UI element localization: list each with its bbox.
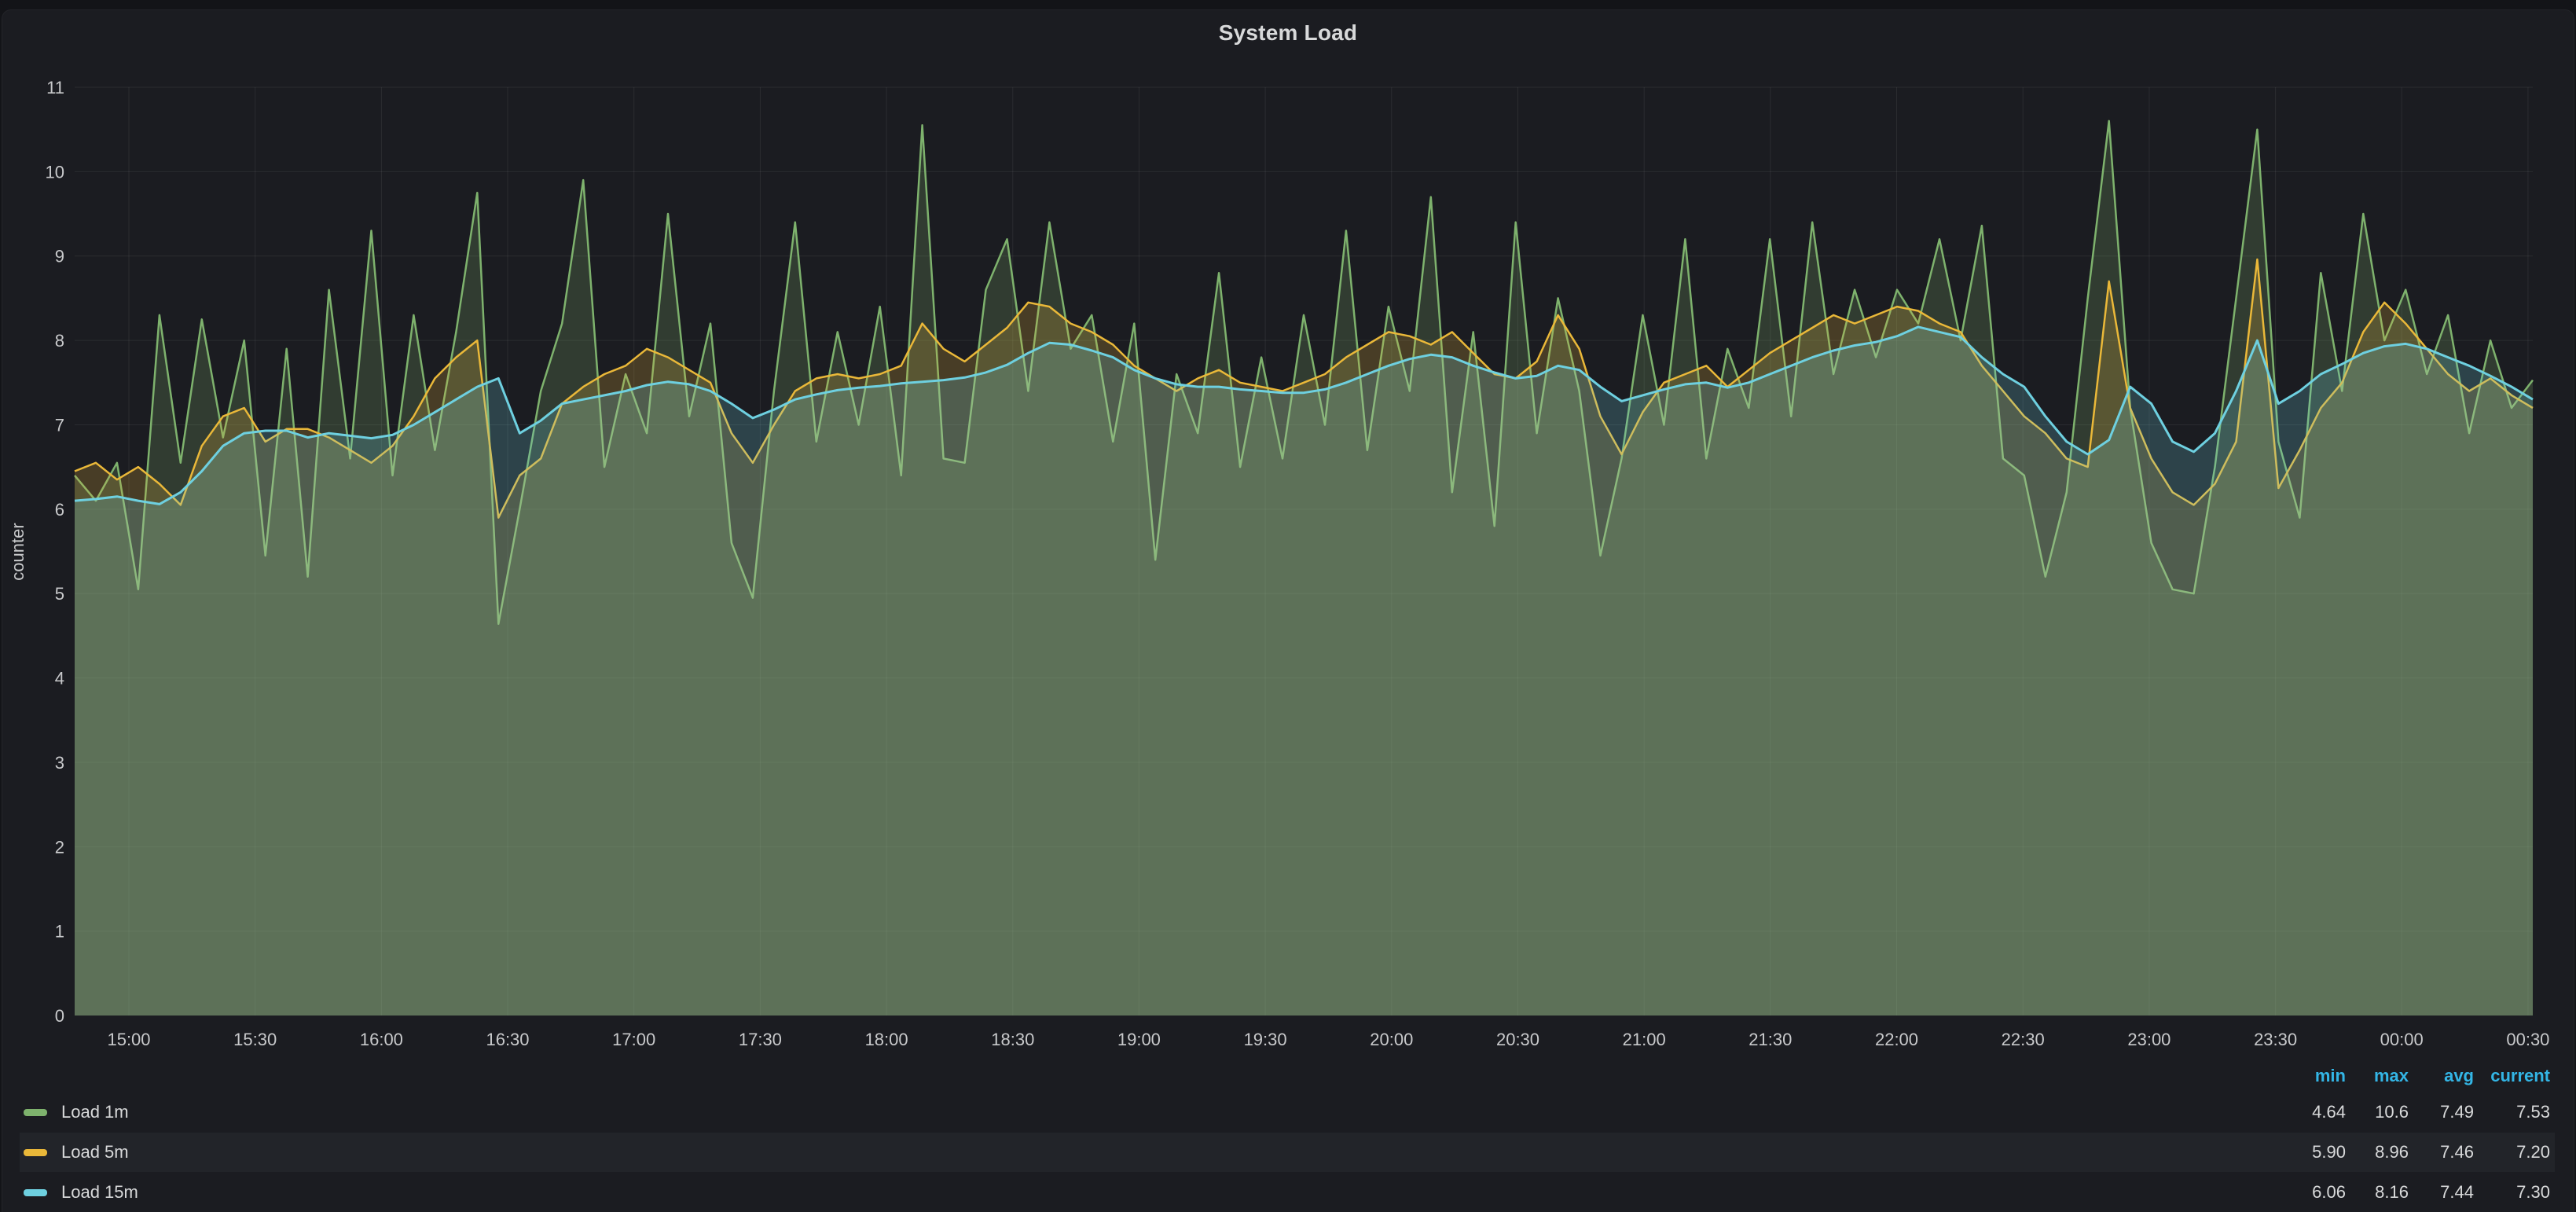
y-tick-label: 1 — [55, 922, 64, 942]
legend-series-name[interactable]: Load 15m — [61, 1173, 138, 1212]
legend-header-max[interactable]: max — [2374, 1065, 2409, 1087]
legend-series-swatch-icon[interactable] — [24, 1109, 47, 1116]
legend-value-current: 7.53 — [2440, 1093, 2550, 1132]
x-tick-label: 00:00 — [2380, 1030, 2424, 1049]
x-tick-label: 22:30 — [2002, 1030, 2045, 1049]
y-tick-label: 4 — [55, 669, 64, 689]
legend-series-name[interactable]: Load 5m — [61, 1133, 129, 1172]
x-tick-label: 23:00 — [2127, 1030, 2171, 1049]
legend-series-swatch-icon[interactable] — [24, 1189, 47, 1196]
x-tick-label: 17:00 — [612, 1030, 655, 1049]
legend-value-current: 7.30 — [2440, 1173, 2550, 1212]
legend-header-row: min max avg current — [20, 1065, 2555, 1087]
grafana-graph-panel: System Load 15:0015:3016:0016:3017:0017:… — [0, 0, 2576, 1212]
legend-header-current[interactable]: current — [2490, 1065, 2550, 1087]
x-tick-label: 20:00 — [1370, 1030, 1413, 1049]
x-tick-label: 17:30 — [739, 1030, 782, 1049]
x-tick-label: 22:00 — [1875, 1030, 1918, 1049]
y-tick-label: 0 — [55, 1006, 64, 1026]
y-tick-label: 7 — [55, 416, 64, 435]
x-tick-label: 15:30 — [233, 1030, 277, 1049]
x-tick-label: 16:30 — [486, 1030, 529, 1049]
y-tick-label: 6 — [55, 500, 64, 520]
legend-series-swatch-icon[interactable] — [24, 1149, 47, 1156]
x-tick-label: 18:30 — [991, 1030, 1034, 1049]
y-tick-label: 10 — [46, 162, 64, 182]
x-tick-label: 21:30 — [1749, 1030, 1792, 1049]
legend-row-load-1m: Load 1m4.6410.67.497.53 — [20, 1093, 2555, 1132]
x-tick-label: 20:30 — [1496, 1030, 1539, 1049]
system-load-chart: 15:00 15:30 16:00 16:30 17:00 17:30 18:00 18:30… — [0, 0, 2576, 1212]
chart-plot-area[interactable] — [75, 87, 2533, 1016]
legend-header-avg[interactable]: avg — [2444, 1065, 2474, 1087]
y-tick-label: 3 — [55, 753, 64, 773]
x-tick-label: 21:00 — [1623, 1030, 1666, 1049]
y-tick-label: 5 — [55, 584, 64, 604]
x-tick-label: 19:00 — [1117, 1030, 1161, 1049]
y-tick-label: 8 — [55, 331, 64, 351]
x-tick-label: 00:30 — [2506, 1030, 2549, 1049]
legend-header-min[interactable]: min — [2315, 1065, 2346, 1087]
x-tick-label: 16:00 — [360, 1030, 403, 1049]
legend-series-name[interactable]: Load 1m — [61, 1093, 129, 1132]
x-tick-label: 15:00 — [107, 1030, 150, 1049]
x-tick-label: 23:30 — [2254, 1030, 2297, 1049]
x-tick-label: 18:00 — [865, 1030, 908, 1049]
legend-row-load-5m: Load 5m5.908.967.467.20 — [20, 1133, 2555, 1172]
y-tick-label: 11 — [46, 78, 64, 97]
legend-row-load-15m: Load 15m6.068.167.447.30 — [20, 1173, 2555, 1212]
y-tick-label: 9 — [55, 247, 64, 266]
legend-value-current: 7.20 — [2440, 1133, 2550, 1172]
y-tick-label: 2 — [55, 837, 64, 857]
x-tick-label: 19:30 — [1244, 1030, 1287, 1049]
y-axis-label: counter — [8, 523, 28, 580]
